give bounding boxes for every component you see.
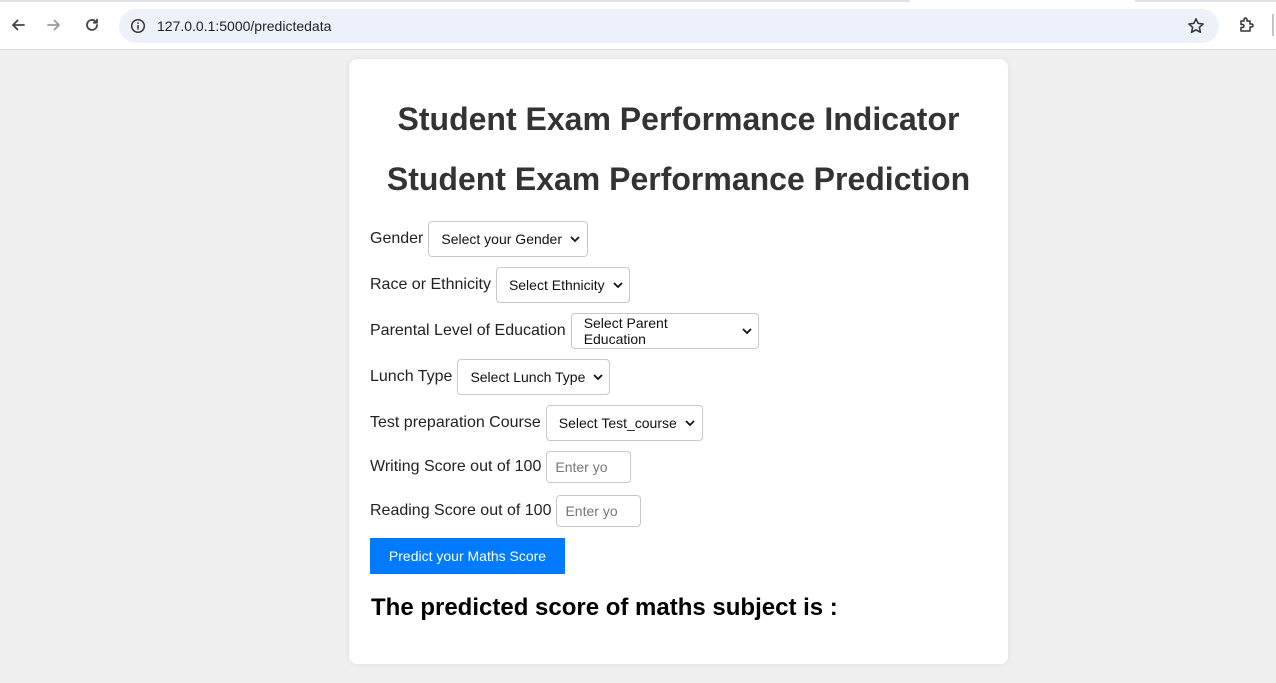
reload-icon <box>86 18 98 31</box>
address-bar[interactable]: 127.0.0.1:5000/predictedata <box>119 9 1219 43</box>
url-text[interactable]: 127.0.0.1:5000/predictedata <box>157 18 331 34</box>
back-button[interactable] <box>4 11 32 39</box>
writing-score-input[interactable] <box>546 451 632 483</box>
arrow-right-icon <box>47 19 60 31</box>
form-card: Student Exam Performance Indicator Stude… <box>349 59 1008 664</box>
page-title: Student Exam Performance Indicator <box>397 101 960 137</box>
test-course-select-value: Select Test_course <box>558 415 677 431</box>
arrow-left-icon <box>12 19 25 31</box>
gender-row: Gender Select your Gender <box>370 221 589 257</box>
parent-education-label: Parental Level of Education <box>370 322 566 339</box>
chevron-down-icon <box>593 373 604 381</box>
gender-select[interactable]: Select your Gender <box>428 221 589 257</box>
writing-score-row: Writing Score out of 100 <box>370 449 632 485</box>
extensions-button[interactable] <box>1233 11 1261 39</box>
test-course-row: Test preparation Course Select Test_cour… <box>370 405 703 441</box>
page-subtitle: Student Exam Performance Prediction <box>386 161 971 197</box>
chevron-down-icon <box>742 327 752 335</box>
site-info-button[interactable] <box>127 15 149 37</box>
forward-button[interactable] <box>40 11 68 39</box>
chevron-down-icon <box>613 281 623 289</box>
reload-button[interactable] <box>78 11 106 39</box>
browser-toolbar: 127.0.0.1:5000/predictedata <box>0 0 1276 50</box>
prediction-result: The predicted score of maths subject is … <box>371 594 838 621</box>
lunch-select[interactable]: Select Lunch Type <box>457 359 611 395</box>
active-tab-edge <box>910 0 1135 2</box>
reading-score-label: Reading Score out of 100 <box>370 502 552 519</box>
reading-score-row: Reading Score out of 100 <box>370 493 642 529</box>
ethnicity-row: Race or Ethnicity Select Ethnicity <box>370 267 630 303</box>
reading-score-input[interactable] <box>556 495 642 527</box>
ethnicity-label: Race or Ethnicity <box>370 276 491 293</box>
parent-education-select-value: Select Parent Education <box>583 315 668 347</box>
ethnicity-select-value: Select Ethnicity <box>508 277 605 293</box>
writing-score-label: Writing Score out of 100 <box>370 458 542 475</box>
lunch-select-value: Select Lunch Type <box>470 369 586 385</box>
star-icon <box>1188 18 1204 34</box>
lunch-row: Lunch Type Select Lunch Type <box>370 359 611 395</box>
predict-button[interactable]: Predict your Maths Score <box>370 538 565 574</box>
gender-select-value: Select your Gender <box>441 231 562 247</box>
chevron-down-icon <box>685 419 695 427</box>
bookmark-button[interactable] <box>1185 15 1207 37</box>
chevron-down-icon <box>570 235 580 243</box>
test-course-label: Test preparation Course <box>370 414 541 431</box>
lunch-label: Lunch Type <box>370 368 453 385</box>
test-course-select[interactable]: Select Test_course <box>545 405 703 441</box>
ethnicity-select[interactable]: Select Ethnicity <box>495 267 630 303</box>
info-icon <box>130 18 146 34</box>
puzzle-icon <box>1240 17 1254 32</box>
parent-education-row: Parental Level of Education Select Paren… <box>370 313 759 349</box>
parent-education-select[interactable]: Select Parent Education <box>570 313 759 349</box>
toolbar-divider <box>1272 14 1274 36</box>
gender-label: Gender <box>370 230 424 247</box>
